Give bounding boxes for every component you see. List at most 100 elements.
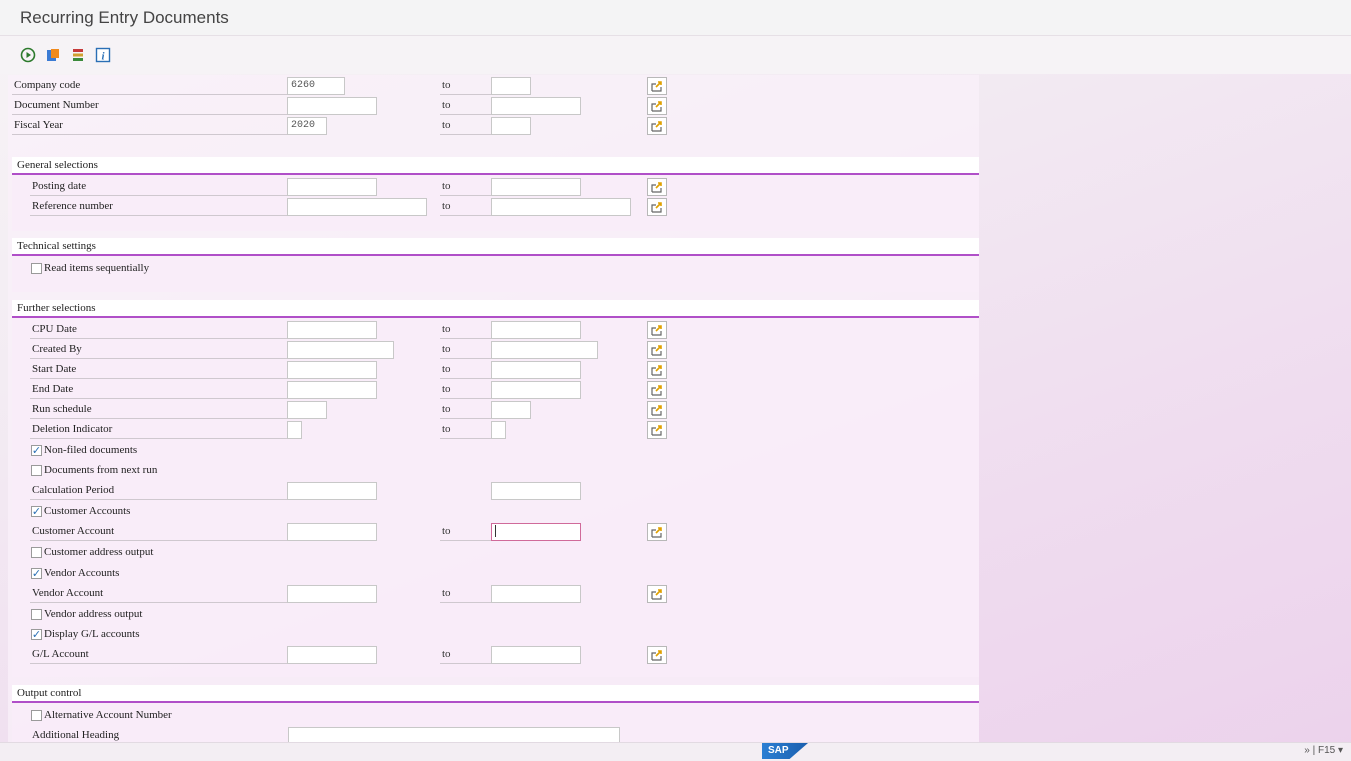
multiple-selection-button[interactable] [647,97,667,115]
customer-address-output-label: Customer address output [44,546,154,558]
alternative-account-number-checkbox[interactable] [31,710,42,721]
posting-date-label: Posting date [30,177,287,196]
multiple-selection-button[interactable] [647,401,667,419]
created-by-to-input[interactable] [491,341,598,359]
fiscal-year-from-input[interactable]: 2020 [287,117,327,135]
multiple-selection-button[interactable] [647,77,667,95]
posting-date-from-input[interactable] [287,178,377,196]
info-icon[interactable]: i [94,46,112,64]
field-row-start-date: Start Date to [8,360,979,380]
read-items-sequentially-checkbox[interactable] [31,263,42,274]
multiple-selection-button[interactable] [647,646,667,664]
alternative-account-number-label: Alternative Account Number [44,709,172,721]
documents-from-next-run-label: Documents from next run [44,464,158,476]
multiple-selection-button[interactable] [647,198,667,216]
customer-account-to-input[interactable] [491,523,581,541]
to-label: to [440,76,492,95]
text-cursor [495,525,496,537]
field-row-end-date: End Date to [8,380,979,400]
run-schedule-to-input[interactable] [491,401,531,419]
gl-account-to-input[interactable] [491,646,581,664]
customer-address-output-checkbox[interactable] [31,547,42,558]
company-code-label: Company code [12,76,287,95]
start-date-to-input[interactable] [491,361,581,379]
display-gl-accounts-checkbox[interactable]: ✓ [31,629,42,640]
vendor-account-to-input[interactable] [491,585,581,603]
document-number-label: Document Number [12,96,287,115]
execute-icon[interactable] [19,46,37,64]
multiple-selection-button[interactable] [647,117,667,135]
field-row-created-by: Created By to [8,340,979,360]
multiple-selection-button[interactable] [647,381,667,399]
customer-accounts-checkbox[interactable]: ✓ [31,506,42,517]
to-label: to [440,340,492,359]
customer-accounts-label: Customer Accounts [44,505,131,517]
checkbox-row-next-run: Documents from next run [8,461,979,481]
start-date-label: Start Date [30,360,287,379]
display-gl-accounts-label: Display G/L accounts [44,628,140,640]
multiple-selection-button[interactable] [647,421,667,439]
reference-number-label: Reference number [30,197,287,216]
multiple-selection-button[interactable] [647,361,667,379]
fiscal-year-to-input[interactable] [491,117,531,135]
customer-account-from-input[interactable] [287,523,377,541]
system-info[interactable]: » | F15 ▾ [1304,745,1343,756]
multiple-selection-button[interactable] [647,585,667,603]
customer-account-label: Customer Account [30,522,287,541]
reference-number-from-input[interactable] [287,198,427,216]
page-title: Recurring Entry Documents [20,8,229,27]
checkbox-row-non-filed: ✓ Non-filed documents [8,441,979,461]
cpu-date-to-input[interactable] [491,321,581,339]
cpu-date-label: CPU Date [30,320,287,339]
vendor-accounts-checkbox[interactable]: ✓ [31,568,42,579]
created-by-from-input[interactable] [287,341,394,359]
field-row-fiscal-year: Fiscal Year 2020 to [8,116,979,136]
multiple-selection-button[interactable] [647,178,667,196]
end-date-to-input[interactable] [491,381,581,399]
documents-from-next-run-checkbox[interactable] [31,465,42,476]
field-row-document-number: Document Number to [8,96,979,116]
group-title: General selections [17,159,98,171]
group-output-control: Output control [12,685,979,703]
deletion-indicator-from-input[interactable] [287,421,302,439]
gl-account-label: G/L Account [30,645,287,664]
start-date-from-input[interactable] [287,361,377,379]
vendor-account-from-input[interactable] [287,585,377,603]
company-code-from-input[interactable]: 6260 [287,77,345,95]
vendor-address-output-checkbox[interactable] [31,609,42,620]
document-number-from-input[interactable] [287,97,377,115]
calculation-period-from-input[interactable] [287,482,377,500]
multiple-selection-button[interactable] [647,523,667,541]
field-row-gl-account: G/L Account to [8,645,979,665]
to-label: to [440,645,492,664]
deletion-indicator-to-input[interactable] [491,421,506,439]
vendor-address-output-label: Vendor address output [44,608,143,620]
checkbox-row-customer-accounts: ✓ Customer Accounts [8,502,979,522]
multiple-selection-button[interactable] [647,321,667,339]
checkbox-row-read-sequentially: Read items sequentially [8,259,979,279]
end-date-from-input[interactable] [287,381,377,399]
multiple-selection-button[interactable] [647,341,667,359]
status-bar: SAP » | F15 ▾ [0,742,1351,761]
field-row-run-schedule: Run schedule to [8,400,979,420]
posting-date-to-input[interactable] [491,178,581,196]
to-label: to [440,360,492,379]
sap-logo: SAP [762,743,808,759]
non-filed-documents-checkbox[interactable]: ✓ [31,445,42,456]
reference-number-to-input[interactable] [491,198,631,216]
title-bar: Recurring Entry Documents [0,0,1351,36]
group-general-selections: General selections [12,157,979,175]
calculation-period-to-input[interactable] [491,482,581,500]
run-schedule-from-input[interactable] [287,401,327,419]
document-number-to-input[interactable] [491,97,581,115]
company-code-to-input[interactable] [491,77,531,95]
variant-icon[interactable] [44,46,62,64]
group-title: Technical settings [17,240,96,252]
selection-screen: Company code 6260 to Document Number to … [8,75,979,745]
selection-list-icon[interactable] [69,46,87,64]
to-label: to [440,197,492,216]
gl-account-from-input[interactable] [287,646,377,664]
cpu-date-from-input[interactable] [287,321,377,339]
to-label: to [440,400,492,419]
field-row-reference-number: Reference number to [8,197,979,217]
